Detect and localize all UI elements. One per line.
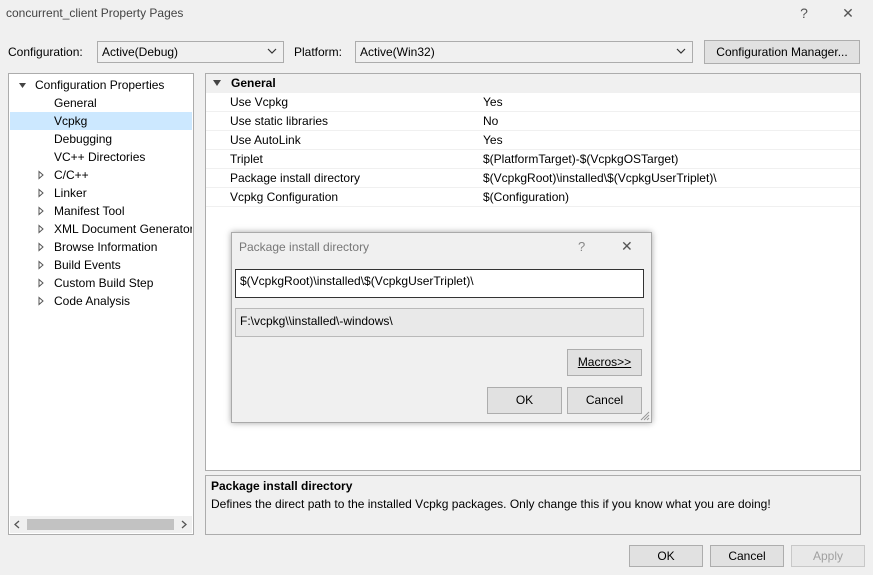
section-title: General xyxy=(231,76,276,90)
collapsed-arrow-icon[interactable] xyxy=(36,242,46,252)
platform-dropdown[interactable]: Active(Win32) xyxy=(355,41,693,63)
collapsed-arrow-icon[interactable] xyxy=(36,278,46,288)
property-value[interactable]: $(VcpkgRoot)\installed\$(VcpkgUserTriple… xyxy=(483,169,717,188)
help-button[interactable]: ? xyxy=(790,2,818,24)
description-title: Package install directory xyxy=(211,479,353,493)
tree-item[interactable]: General xyxy=(10,94,192,112)
collapsed-arrow-icon[interactable] xyxy=(36,224,46,234)
expanded-arrow-icon[interactable] xyxy=(18,80,28,90)
property-name: Use Vcpkg xyxy=(230,95,289,109)
property-row[interactable]: Use Vcpkg Yes xyxy=(206,93,860,112)
dialog-help-button[interactable]: ? xyxy=(578,239,585,254)
tree-item-label: VC++ Directories xyxy=(54,150,146,164)
collapsed-arrow-icon[interactable] xyxy=(36,260,46,270)
description-panel: Package install directory Defines the di… xyxy=(205,475,861,535)
property-row[interactable]: Package install directory $(VcpkgRoot)\in… xyxy=(206,169,860,188)
collapsed-arrow-icon[interactable] xyxy=(36,296,46,306)
tree-item-label: Code Analysis xyxy=(54,294,131,308)
configuration-value: Active(Debug) xyxy=(102,45,179,59)
platform-value: Active(Win32) xyxy=(360,45,435,59)
configuration-manager-button[interactable]: Configuration Manager... xyxy=(704,40,860,64)
package-install-directory-dialog: Package install directory ? ✕ $(VcpkgRoo… xyxy=(231,232,652,423)
tree-item[interactable]: Code Analysis xyxy=(10,292,192,310)
tree-item-label: Build Events xyxy=(54,258,121,272)
tree-item[interactable]: Debugging xyxy=(10,130,192,148)
path-input[interactable]: $(VcpkgRoot)\installed\$(VcpkgUserTriple… xyxy=(235,269,644,298)
tree-item-label: XML Document Generator xyxy=(54,222,192,236)
property-row[interactable]: Triplet $(PlatformTarget)-$(VcpkgOSTarget… xyxy=(206,150,860,169)
property-value[interactable]: $(Configuration) xyxy=(483,188,569,207)
tree-item[interactable]: Manifest Tool xyxy=(10,202,192,220)
property-name: Use static libraries xyxy=(230,114,329,128)
tree-item[interactable]: XML Document Generator xyxy=(10,220,192,238)
cancel-button[interactable]: Cancel xyxy=(710,545,784,567)
property-name: Triplet xyxy=(230,152,263,166)
dialog-cancel-button[interactable]: Cancel xyxy=(567,387,642,414)
close-button[interactable]: ✕ xyxy=(834,2,862,24)
property-name: Vcpkg Configuration xyxy=(230,190,339,204)
tree-item-label: Manifest Tool xyxy=(54,204,125,218)
scrollbar-thumb[interactable] xyxy=(27,519,174,530)
tree-item-label: Linker xyxy=(54,186,87,200)
scroll-right-icon[interactable] xyxy=(180,520,188,529)
window-title: concurrent_client Property Pages xyxy=(6,6,184,20)
evaluated-value-field: F:\vcpkg\\installed\-windows\ xyxy=(235,308,644,337)
tree-item-label: C/C++ xyxy=(54,168,89,182)
tree-item[interactable]: VC++ Directories xyxy=(10,148,192,166)
section-header[interactable]: General xyxy=(206,74,860,93)
platform-label: Platform: xyxy=(294,45,343,59)
tree-panel: Configuration Properties General Vcpkg Debu… xyxy=(8,73,194,535)
collapsed-arrow-icon[interactable] xyxy=(36,206,46,216)
ok-button[interactable]: OK xyxy=(629,545,703,567)
tree-item-label: Configuration Properties xyxy=(35,78,165,92)
chevron-down-icon xyxy=(267,48,277,54)
tree-view: Configuration Properties General Vcpkg Debu… xyxy=(10,76,192,516)
property-value[interactable]: Yes xyxy=(483,131,503,150)
tree-item[interactable]: Vcpkg xyxy=(10,112,192,130)
tree-horizontal-scrollbar[interactable] xyxy=(10,516,192,533)
description-text: Defines the direct path to the installed… xyxy=(211,497,771,511)
tree-item[interactable]: Browse Information xyxy=(10,238,192,256)
tree-item-label: Custom Build Step xyxy=(54,276,154,290)
apply-button[interactable]: Apply xyxy=(791,545,865,567)
tree-item[interactable]: C/C++ xyxy=(10,166,192,184)
macros-button[interactable]: Macros>> xyxy=(567,349,642,376)
tree-item-label: Vcpkg xyxy=(54,114,88,128)
chevron-down-icon xyxy=(676,48,686,54)
property-row[interactable]: Use static libraries No xyxy=(206,112,860,131)
tree-item[interactable]: Configuration Properties xyxy=(10,76,192,94)
tree-item[interactable]: Custom Build Step xyxy=(10,274,192,292)
dialog-title: Package install directory xyxy=(239,240,370,254)
configuration-dropdown[interactable]: Active(Debug) xyxy=(97,41,284,63)
property-value[interactable]: $(PlatformTarget)-$(VcpkgOSTarget) xyxy=(483,150,678,169)
property-name: Use AutoLink xyxy=(230,133,301,147)
tree-item-label: Browse Information xyxy=(54,240,158,254)
collapse-icon[interactable] xyxy=(213,80,221,87)
scroll-left-icon[interactable] xyxy=(13,520,21,529)
property-value[interactable]: Yes xyxy=(483,93,503,112)
collapsed-arrow-icon[interactable] xyxy=(36,188,46,198)
property-row[interactable]: Use AutoLink Yes xyxy=(206,131,860,150)
property-rows: Use Vcpkg Yes Use static libraries No Use Au… xyxy=(206,93,860,213)
property-value[interactable]: No xyxy=(483,112,498,131)
tree-item[interactable]: Linker xyxy=(10,184,192,202)
configuration-label: Configuration: xyxy=(8,45,83,59)
tree-item-label: Debugging xyxy=(54,132,113,146)
tree-item[interactable]: Build Events xyxy=(10,256,192,274)
dialog-ok-button[interactable]: OK xyxy=(487,387,562,414)
property-row[interactable]: Vcpkg Configuration $(Configuration) xyxy=(206,188,860,207)
property-name: Package install directory xyxy=(230,171,361,185)
dialog-close-button[interactable]: ✕ xyxy=(621,238,633,255)
resize-grip-icon[interactable] xyxy=(640,411,650,421)
tree-item-label: General xyxy=(54,96,97,110)
collapsed-arrow-icon[interactable] xyxy=(36,170,46,180)
